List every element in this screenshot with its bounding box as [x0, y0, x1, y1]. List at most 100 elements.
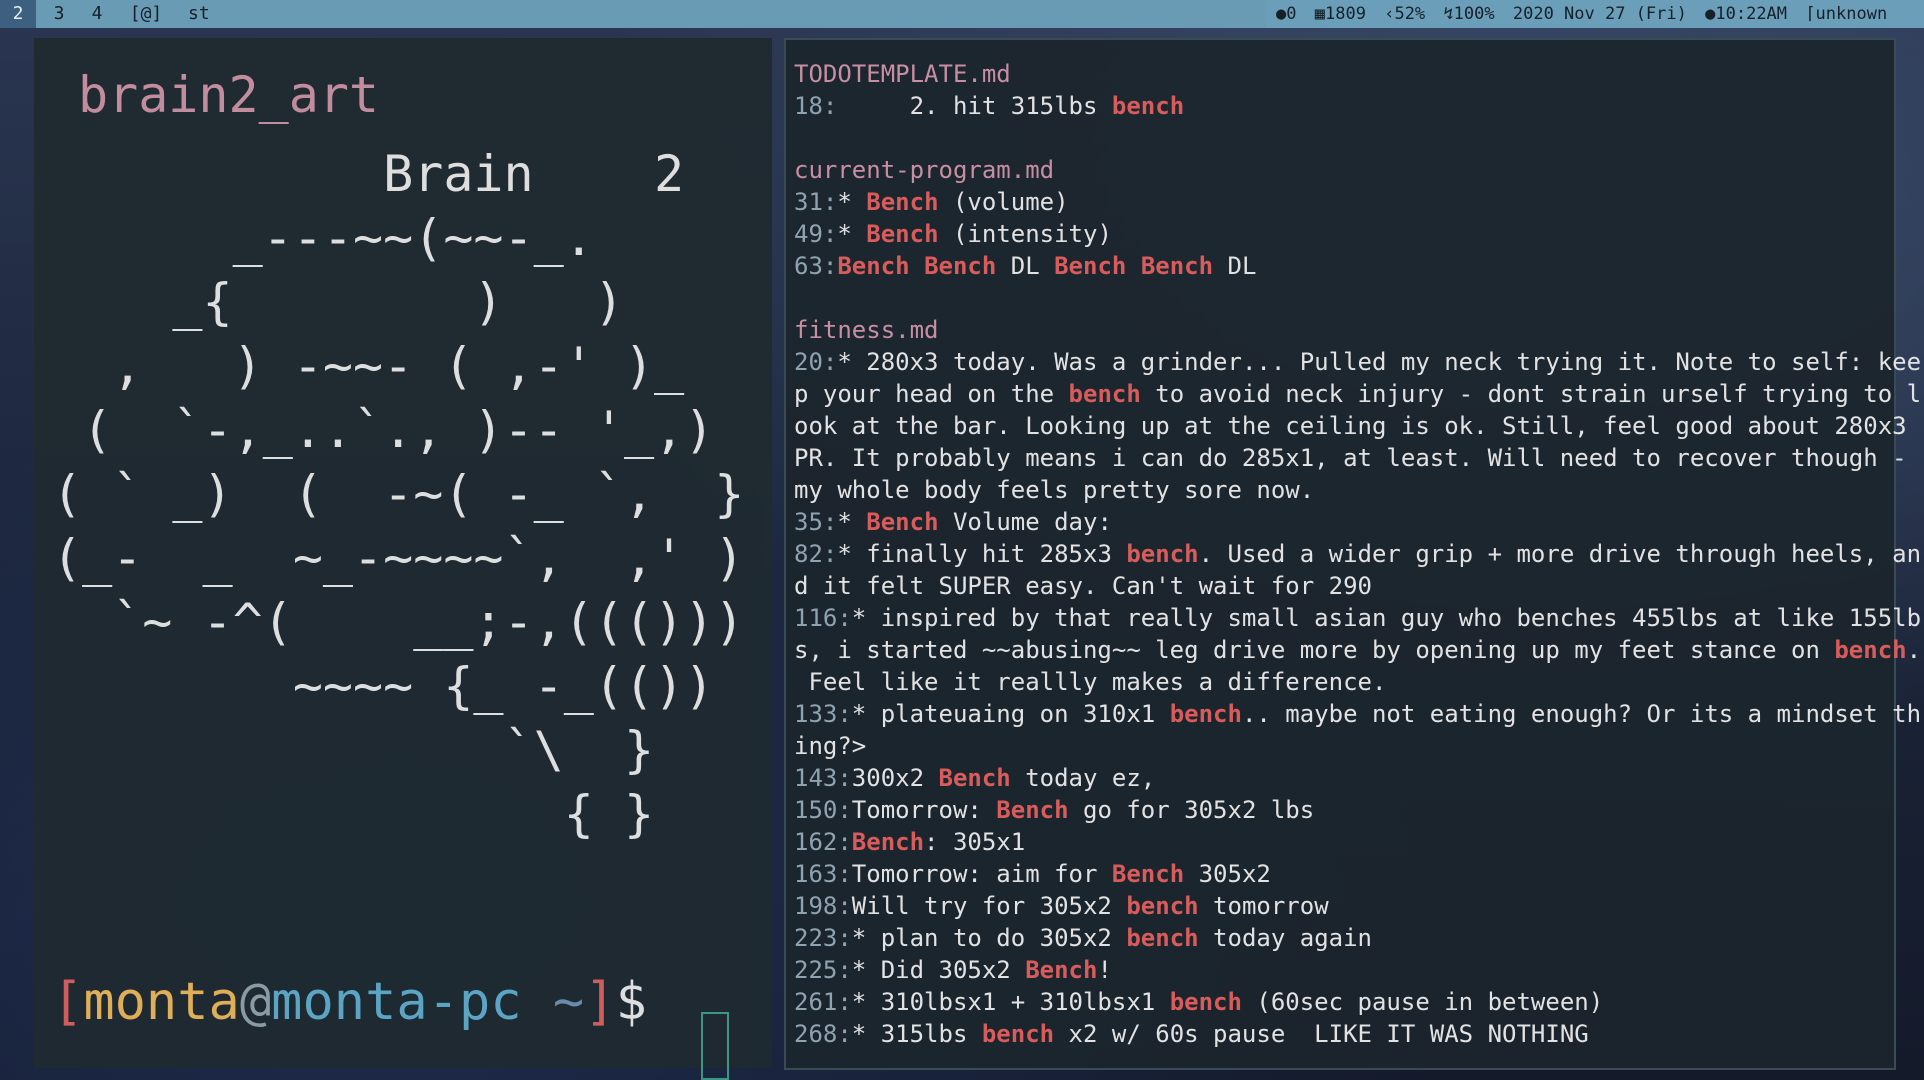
ascii-brain-art: Brain 2 _---~~(~~-_. _{ ) ) , ) -~~- ( ,…: [52, 142, 744, 846]
match-text: d it felt SUPER easy. Can't wait for 290: [794, 572, 1372, 600]
window-title: st: [172, 0, 1267, 28]
line-number: 223:: [794, 924, 852, 952]
match-text: .. maybe not eating enough? Or its a min…: [1241, 700, 1922, 728]
line-number: 150:: [794, 796, 852, 824]
network-icon: ⌈: [1805, 4, 1816, 24]
match-line: ook at the bar. Looking up at the ceilin…: [794, 410, 1907, 442]
terminal-cursor[interactable]: [701, 1012, 729, 1080]
status-bar: 2 3 4 [@] st ●0 ▦1809 ‹52% ↯100% 2020 No…: [0, 0, 1924, 28]
match-text: ook at the bar. Looking up at the ceilin…: [794, 412, 1907, 440]
prompt-symbol: $: [615, 972, 647, 1032]
match-text: s, i started ~~abusing~~ leg drive more …: [794, 636, 1835, 664]
match-highlight: bench: [1126, 540, 1199, 568]
match-text: PR. It probably means i can do 285x1, at…: [794, 444, 1907, 472]
bolt-icon: ↯: [1443, 4, 1454, 24]
line-number: 82:: [794, 540, 838, 568]
match-text: * 280x3 today. Was a grinder... Pulled m…: [837, 348, 1922, 376]
match-highlight: bench: [1169, 988, 1242, 1016]
workspace-tag-2[interactable]: 2: [0, 0, 36, 28]
line-number: 49:: [794, 220, 838, 248]
match-text: go for 305x2 lbs: [1068, 796, 1315, 824]
prompt-open-bracket: [: [52, 972, 84, 1032]
match-highlight: Bench: [938, 764, 1011, 792]
match-highlight: bench: [1068, 380, 1141, 408]
line-number: 225:: [794, 956, 852, 984]
system-indicators: ●0 ▦1809 ‹52% ↯100% 2020 Nov 27 (Fri) ●1…: [1266, 0, 1924, 28]
match-highlight: Bench: [1140, 252, 1214, 280]
line-number: 143:: [794, 764, 852, 792]
match-text: [1126, 252, 1140, 280]
match-text: 300x2: [851, 764, 939, 792]
match-text: : 305x1: [924, 828, 1026, 856]
line-number: 31:: [794, 188, 838, 216]
match-text: * plateuaing on 310x1: [851, 700, 1170, 728]
workspace-tag-3[interactable]: 3: [44, 0, 74, 28]
match-text: my whole body feels pretty sore now.: [794, 476, 1315, 504]
match-text: 305x2: [1184, 860, 1271, 888]
match-line: 143:300x2 Bench today ez,: [794, 762, 1894, 794]
prompt-user: monta: [83, 972, 240, 1032]
layout-indicator[interactable]: [@]: [124, 0, 168, 28]
match-text: DL: [1213, 252, 1257, 280]
art-line: _---~~(~~-_.: [52, 209, 594, 267]
match-line: 31:* Bench (volume): [794, 186, 1894, 218]
file-name[interactable]: fitness.md: [794, 314, 1894, 346]
match-text: 2. hit 315lbs: [837, 92, 1112, 120]
match-text: Tomorrow: aim for: [851, 860, 1112, 888]
battery-indicator: ↯100%: [1443, 4, 1495, 24]
match-text: *: [837, 188, 867, 216]
match-text: p your head on the: [794, 380, 1069, 408]
prompt-close-bracket: ]: [584, 972, 616, 1032]
terminal-window-left[interactable]: brain2_art Brain 2 _---~~(~~-_. _{ ) ) ,…: [34, 38, 772, 1080]
match-text: . Used a wider grip + more drive through…: [1198, 540, 1922, 568]
match-line: 35:* Bench Volume day:: [794, 506, 1894, 538]
match-text: *: [837, 220, 867, 248]
match-line: my whole body feels pretty sore now.: [794, 474, 1894, 506]
match-text: [910, 252, 924, 280]
date-display: 2020 Nov 27 (Fri): [1512, 4, 1687, 24]
match-line: 49:* Bench (intensity): [794, 218, 1894, 250]
art-line: `~ -^( __;-,((())): [52, 593, 745, 651]
workspace-tag-4[interactable]: 4: [82, 0, 112, 28]
grep-results: TODOTEMPLATE.md 18: 2. hit 315lbs bench cu…: [794, 58, 1921, 1050]
match-highlight: Bench: [851, 828, 925, 856]
line-number: 133:: [794, 700, 852, 728]
match-line: 225:* Did 305x2 Bench!: [794, 954, 1894, 986]
volume-icon: ‹: [1384, 4, 1395, 24]
memory-indicator: ▦1809: [1314, 4, 1366, 24]
match-highlight: Bench: [866, 220, 939, 248]
package-icon: ●: [1276, 4, 1287, 24]
match-highlight: bench: [981, 1020, 1055, 1048]
art-line: ( `-,_..`., )-- '_,): [52, 401, 715, 459]
line-number: 18:: [794, 92, 838, 120]
prompt-host: monta-pc: [271, 972, 522, 1032]
line-number: 35:: [794, 508, 838, 536]
file-name[interactable]: current-program.md: [794, 154, 1894, 186]
shell-prompt: [monta@monta-pc ~]$: [52, 976, 647, 1028]
match-line: 63:Bench Bench DL Bench Bench DL: [794, 250, 1894, 282]
line-number: 163:: [794, 860, 852, 888]
line-number: 63:: [794, 252, 838, 280]
line-number: 20:: [794, 348, 838, 376]
match-line: 162:Bench: 305x1: [794, 826, 1894, 858]
match-line: d it felt SUPER easy. Can't wait for 290: [794, 570, 1894, 602]
match-text: today again: [1198, 924, 1372, 952]
match-text: * inspired by that really small asian gu…: [851, 604, 1922, 632]
updates-indicator: ●0: [1276, 4, 1297, 24]
line-number: 268:: [794, 1020, 852, 1048]
match-line: 82:* finally hit 285x3 bench. Used a wid…: [794, 538, 1921, 570]
memory-icon: ▦: [1314, 4, 1325, 24]
match-highlight: Bench: [1054, 252, 1127, 280]
match-text: * finally hit 285x3: [837, 540, 1127, 568]
prompt-at: @: [239, 972, 272, 1032]
terminal-window-right[interactable]: TODOTEMPLATE.md 18: 2. hit 315lbs bench cu…: [784, 38, 1921, 1070]
file-name[interactable]: TODOTEMPLATE.md: [794, 58, 1894, 90]
match-line: 116:* inspired by that really small asia…: [794, 602, 1921, 634]
match-text: (60sec pause in between): [1241, 988, 1604, 1016]
match-line: 261:* 310lbsx1 + 310lbsx1 bench (60sec p…: [794, 986, 1894, 1018]
line-number: 162:: [794, 828, 852, 856]
match-line: 150:Tomorrow: Bench go for 305x2 lbs: [794, 794, 1894, 826]
match-text: Feel like it reallly makes a difference.: [794, 668, 1387, 696]
match-text: Will try for 305x2: [851, 892, 1127, 920]
